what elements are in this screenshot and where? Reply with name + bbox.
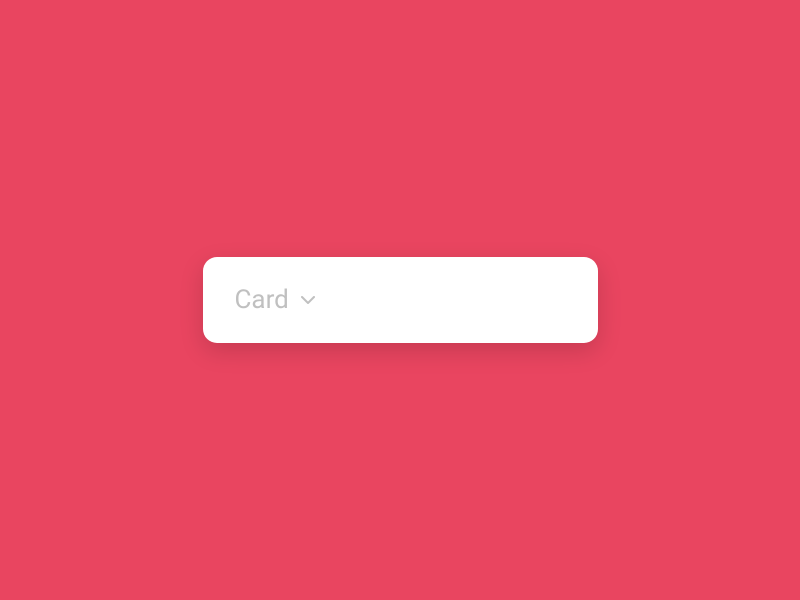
chevron-down-icon [301,293,315,307]
dropdown-label: Card [235,285,289,315]
card-dropdown[interactable]: Card [203,257,598,343]
